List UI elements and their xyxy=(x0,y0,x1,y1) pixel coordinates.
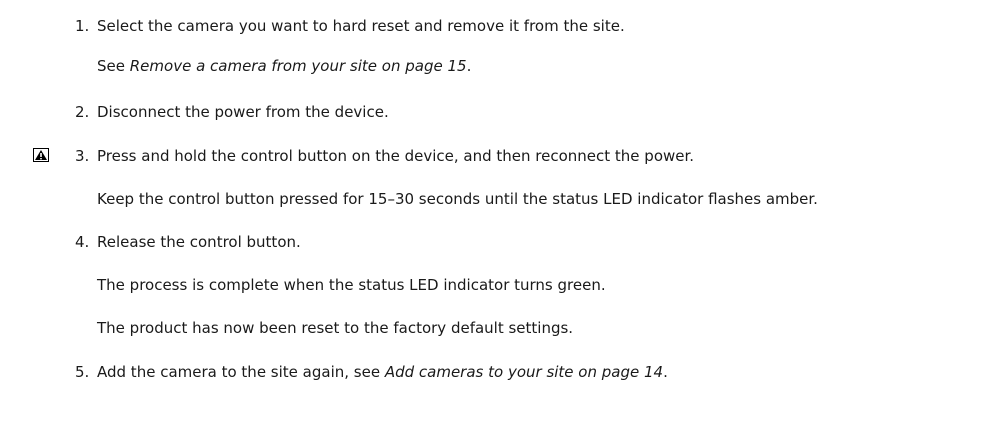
warning-icon xyxy=(33,148,49,162)
step-1-number: 1. xyxy=(75,17,90,35)
step-5-link[interactable]: Add cameras to your site on page 14 xyxy=(385,363,663,381)
step-5-text-suffix: . xyxy=(663,363,668,381)
step-1-see-line: See Remove a camera from your site on pa… xyxy=(97,56,471,76)
step-4-note-1: The process is complete when the status … xyxy=(97,276,606,294)
step-1-see-prefix: See xyxy=(97,57,130,75)
step-2-text: Disconnect the power from the device. xyxy=(97,103,389,121)
step-4-note-2: The product has now been reset to the fa… xyxy=(97,319,574,337)
step-1-see-suffix: . xyxy=(466,57,472,75)
step-2-number: 2. xyxy=(75,103,90,121)
step-1-text: Select the camera you want to hard reset… xyxy=(97,17,625,35)
step-4-text: Release the control button. xyxy=(97,233,301,251)
step-3-note: Keep the control button pressed for 15–3… xyxy=(97,190,818,208)
step-5-line: Add the camera to the site again, see Ad… xyxy=(97,362,668,382)
step-1-see-link[interactable]: Remove a camera from your site on page 1… xyxy=(130,57,467,75)
step-3-number: 3. xyxy=(75,147,90,165)
step-4-number: 4. xyxy=(75,233,90,251)
step-3-text: Press and hold the control button on the… xyxy=(97,147,695,165)
step-5-number: 5. xyxy=(75,363,90,381)
step-5-text-prefix: Add the camera to the site again, see xyxy=(97,363,385,381)
